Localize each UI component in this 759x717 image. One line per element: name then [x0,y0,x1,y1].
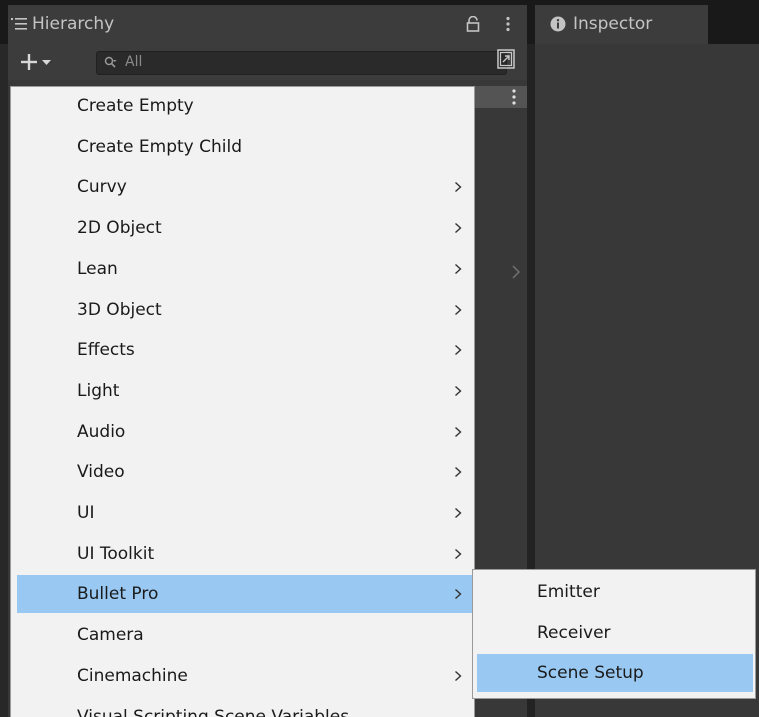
hierarchy-toolbar [8,44,527,80]
menu-item-camera[interactable]: Camera [17,616,472,654]
menu-item-bullet-pro[interactable]: Bullet Pro [17,575,472,614]
chevron-right-icon [455,223,462,234]
chevron-right-icon[interactable] [511,264,521,280]
submenu-item-receiver[interactable]: Receiver [477,614,753,652]
menu-item-label: Light [77,380,120,401]
tab-inspector-label: Inspector [573,14,653,34]
menu-item-effects[interactable]: Effects [17,331,472,369]
lock-icon[interactable] [466,16,480,32]
menu-item-create-empty-child[interactable]: Create Empty Child [17,128,472,166]
tab-hierarchy[interactable]: Hierarchy [8,5,527,44]
menu-item-create-empty[interactable]: Create Empty [17,87,472,125]
chevron-right-icon [455,670,462,681]
chevron-right-icon [455,345,462,356]
menu-item-label: Bullet Pro [77,584,159,605]
menu-item-lean[interactable]: Lean [17,250,472,288]
menu-item-label: Create Empty Child [77,136,242,157]
search-icon [104,56,117,68]
kebab-menu-icon[interactable] [505,16,511,32]
menu-item-curvy[interactable]: Curvy [17,168,472,206]
submenu-item-label: Scene Setup [537,663,644,684]
menu-item-label: UI Toolkit [77,543,155,564]
menu-item-label: Lean [77,258,118,279]
menu-item-ui[interactable]: UI [17,494,472,532]
chevron-right-icon [455,507,462,519]
menu-item-ui-toolkit[interactable]: UI Toolkit [17,535,472,573]
list-icon [11,18,27,30]
menu-item-video[interactable]: Video [17,453,472,491]
search-input[interactable] [125,53,505,71]
menu-item-label: UI [77,503,95,523]
chevron-right-icon [455,589,462,600]
menu-item-audio[interactable]: Audio [17,413,472,451]
chevron-right-icon [455,304,462,315]
create-context-menu: Create Empty Create Empty Child Curvy 2D Ob… [10,86,475,717]
submenu-item-label: Receiver [537,622,611,643]
menu-item-label: Audio [77,421,126,442]
editor-window: Hierarchy Inspector All Create Empty Cre… [0,0,759,717]
menu-item-2d-object[interactable]: 2D Object [17,209,472,247]
menu-item-light[interactable]: Light [17,372,472,410]
search-field[interactable] [96,51,507,75]
scene-header-row[interactable] [473,86,527,108]
chevron-right-icon [455,182,462,193]
chevron-right-icon [455,263,462,274]
menu-item-cinemachine[interactable]: Cinemachine [17,657,472,695]
tab-inspector[interactable]: Inspector [535,5,708,44]
tab-hierarchy-label: Hierarchy [32,14,115,34]
chevron-right-icon [455,467,462,478]
info-icon [550,16,566,32]
menu-item-label: Cinemachine [77,665,188,686]
submenu-item-emitter[interactable]: Emitter [477,573,753,611]
add-button[interactable] [18,49,58,75]
menu-item-label: Create Empty [77,96,194,116]
menu-item-label: Curvy [77,177,127,198]
chevron-right-icon [455,426,462,437]
scene-visibility-toggle-icon[interactable] [496,48,516,70]
menu-item-label: Video [77,462,125,483]
menu-item-visual-scripting-scene-variables[interactable]: Visual Scripting Scene Variables [17,698,472,717]
submenu-item-label: Emitter [537,582,600,602]
bullet-pro-submenu: Emitter Receiver Scene Setup [472,569,756,699]
chevron-right-icon [455,385,462,396]
menu-item-label: 2D Object [77,218,162,239]
menu-item-label: Effects [77,340,135,361]
submenu-item-scene-setup[interactable]: Scene Setup [477,654,753,693]
caret-down-icon [42,60,51,65]
menu-item-label: Visual Scripting Scene Variables [77,706,350,717]
chevron-right-icon [455,548,462,559]
menu-item-label: Camera [77,625,144,646]
menu-item-3d-object[interactable]: 3D Object [17,291,472,329]
menu-item-label: 3D Object [77,299,162,320]
kebab-menu-icon[interactable] [511,88,517,106]
